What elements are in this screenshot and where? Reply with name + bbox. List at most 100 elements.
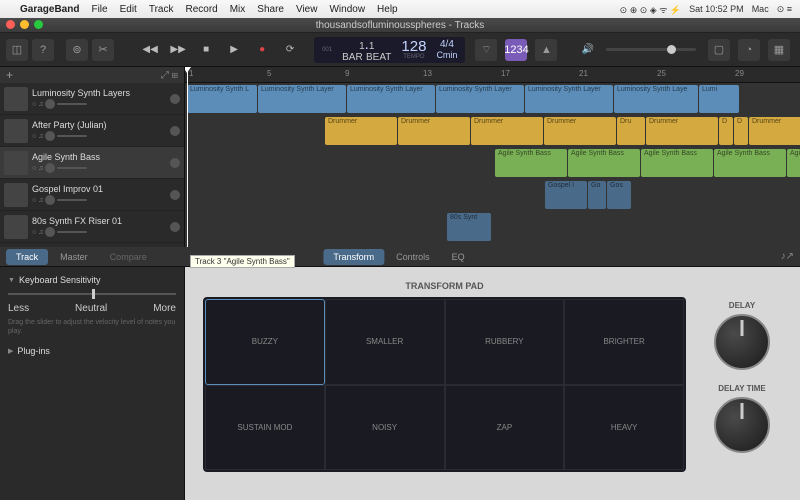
arpeggiator-icon[interactable]: ♪↗: [781, 251, 794, 262]
volume-slider[interactable]: [57, 103, 87, 105]
subtab-transform[interactable]: Transform: [323, 249, 384, 265]
lcd-display[interactable]: 001 1.1BAR BEAT 128TEMPO 4/4Cmin: [314, 37, 465, 63]
play-button[interactable]: ▶: [222, 40, 246, 60]
volume-slider[interactable]: [57, 231, 87, 233]
region[interactable]: Lumi: [699, 85, 739, 113]
keyboard-sensitivity-header[interactable]: Keyboard Sensitivity: [8, 275, 176, 285]
tuner-button[interactable]: ⌔: [475, 39, 497, 61]
pan-knob[interactable]: [45, 99, 55, 109]
region[interactable]: D: [734, 117, 748, 145]
pan-knob[interactable]: [45, 227, 55, 237]
mute-button[interactable]: ○: [32, 101, 36, 108]
region[interactable]: Agile Synth Bass: [787, 149, 800, 177]
region[interactable]: Agile Synth Bass: [495, 149, 567, 177]
master-volume-slider[interactable]: [606, 48, 696, 51]
pad-heavy[interactable]: HEAVY: [564, 385, 684, 471]
menu-share[interactable]: Share: [257, 4, 284, 15]
solo-button[interactable]: ♫: [38, 133, 43, 140]
track-knob[interactable]: [170, 222, 180, 232]
minimize-window-button[interactable]: [20, 20, 29, 29]
rewind-button[interactable]: ◀◀: [138, 40, 162, 60]
menu-edit[interactable]: Edit: [120, 4, 137, 15]
region[interactable]: Luminosity Synth Layer: [525, 85, 613, 113]
pad-zap[interactable]: ZAP: [445, 385, 565, 471]
region[interactable]: Gos: [607, 181, 631, 209]
smart-controls-button[interactable]: ⊚: [66, 39, 88, 61]
region[interactable]: Drummer: [544, 117, 616, 145]
solo-button[interactable]: ♫: [38, 197, 43, 204]
loop-browser-button[interactable]: ◔: [738, 39, 760, 61]
stop-button[interactable]: ■: [194, 40, 218, 60]
editors-button[interactable]: ✂: [92, 39, 114, 61]
plugins-header[interactable]: Plug-ins: [8, 346, 176, 356]
mute-button[interactable]: ○: [32, 133, 36, 140]
region[interactable]: Go: [588, 181, 606, 209]
track-row[interactable]: Luminosity Synth Layers○♫: [0, 83, 184, 115]
track-row[interactable]: Agile Synth Bass○♫: [0, 147, 184, 179]
mute-button[interactable]: ○: [32, 197, 36, 204]
region[interactable]: Drummer: [398, 117, 470, 145]
region[interactable]: Drummer: [325, 117, 397, 145]
menu-window[interactable]: Window: [329, 4, 365, 15]
timeline-ruler[interactable]: 1591317212529: [185, 67, 800, 83]
pan-knob[interactable]: [45, 163, 55, 173]
region[interactable]: Dru: [617, 117, 645, 145]
track-knob[interactable]: [170, 126, 180, 136]
pan-knob[interactable]: [45, 195, 55, 205]
cycle-button[interactable]: ⟳: [278, 40, 302, 60]
region[interactable]: Agile Synth Bass: [641, 149, 713, 177]
pad-smaller[interactable]: SMALLER: [325, 299, 445, 385]
close-window-button[interactable]: [6, 20, 15, 29]
region[interactable]: Drummer: [646, 117, 718, 145]
tab-master[interactable]: Master: [50, 249, 98, 265]
track-row[interactable]: 80s Synth FX Riser 01○♫: [0, 211, 184, 243]
add-track-button[interactable]: +: [6, 68, 13, 82]
track-row[interactable]: Gospel Improv 01○♫: [0, 179, 184, 211]
menu-view[interactable]: View: [296, 4, 318, 15]
track-knob[interactable]: [170, 94, 180, 104]
pad-noisy[interactable]: NOISY: [325, 385, 445, 471]
playhead[interactable]: [187, 67, 188, 247]
region[interactable]: Drummer: [749, 117, 800, 145]
notepad-button[interactable]: ▢: [708, 39, 730, 61]
region[interactable]: Agile Synth Bass: [568, 149, 640, 177]
menu-file[interactable]: File: [91, 4, 107, 15]
pad-rubbery[interactable]: RUBBERY: [445, 299, 565, 385]
transform-pad-grid[interactable]: BUZZYSMALLERRUBBERYBRIGHTER SUSTAIN MODNO…: [203, 297, 686, 472]
region[interactable]: Luminosity Synth Laye: [614, 85, 698, 113]
pad-buzzy[interactable]: BUZZY: [205, 299, 325, 385]
arrange-area[interactable]: 1591317212529 Luminosity Synth LLuminosi…: [185, 67, 800, 247]
menu-track[interactable]: Track: [149, 4, 174, 15]
user-name[interactable]: Mac: [752, 4, 769, 14]
solo-button[interactable]: ♫: [38, 165, 43, 172]
volume-slider[interactable]: [57, 167, 87, 169]
media-browser-button[interactable]: ▦: [768, 39, 790, 61]
region[interactable]: Gospel I: [545, 181, 587, 209]
metronome-button[interactable]: ▲: [535, 39, 557, 61]
forward-button[interactable]: ▶▶: [166, 40, 190, 60]
sensitivity-slider[interactable]: [8, 293, 176, 295]
region[interactable]: Agile Synth Bass: [714, 149, 786, 177]
clock[interactable]: Sat 10:52 PM: [689, 4, 744, 14]
track-knob[interactable]: [170, 190, 180, 200]
track-header-tools[interactable]: ⤢ ⊞: [161, 70, 178, 81]
delay-knob[interactable]: [714, 314, 770, 370]
menu-help[interactable]: Help: [377, 4, 398, 15]
region[interactable]: Luminosity Synth Layer: [258, 85, 346, 113]
subtab-controls[interactable]: Controls: [386, 249, 440, 265]
library-button[interactable]: ◫: [6, 39, 28, 61]
region[interactable]: D: [719, 117, 733, 145]
pan-knob[interactable]: [45, 131, 55, 141]
solo-button[interactable]: ♫: [38, 229, 43, 236]
region[interactable]: 80s Synt: [447, 213, 491, 241]
track-knob[interactable]: [170, 158, 180, 168]
zoom-window-button[interactable]: [34, 20, 43, 29]
pad-brighter[interactable]: BRIGHTER: [564, 299, 684, 385]
compare-button[interactable]: Compare: [100, 249, 157, 265]
region[interactable]: Luminosity Synth Layer: [347, 85, 435, 113]
volume-slider[interactable]: [57, 135, 87, 137]
spotlight-icon[interactable]: ⊙ ≡: [777, 4, 792, 15]
track-row[interactable]: After Party (Julian)○♫: [0, 115, 184, 147]
pad-sustain-mod[interactable]: SUSTAIN MOD: [205, 385, 325, 471]
status-icons[interactable]: ⊙ ⊕ ⊙ ◈ ᯤ ⚡: [620, 3, 681, 16]
